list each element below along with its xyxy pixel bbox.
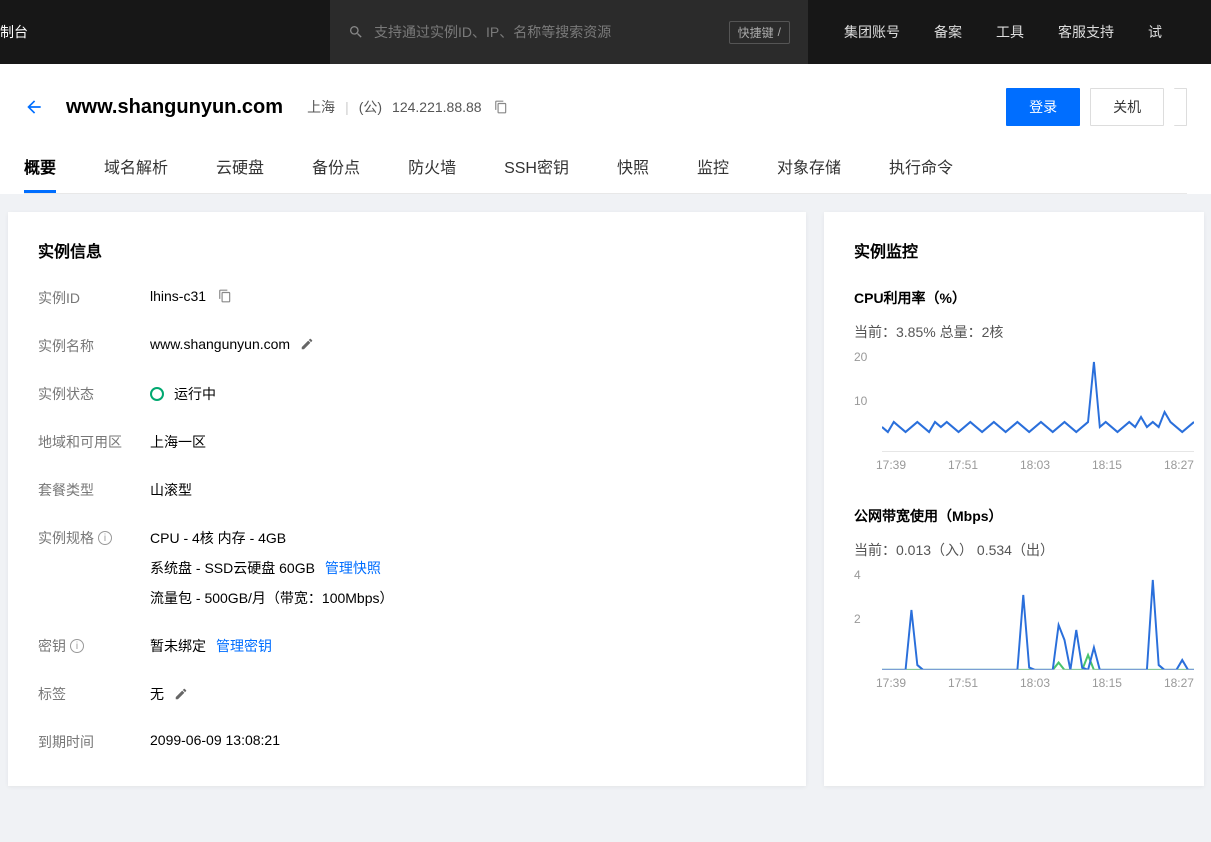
- instance-meta: 上海 | (公) 124.221.88.88: [307, 97, 508, 117]
- page-title: www.shangunyun.com: [66, 96, 283, 119]
- label-status: 实例状态: [38, 384, 150, 404]
- bw-ytick-4: 4: [854, 568, 861, 582]
- row-key: 密钥 i 暂未绑定 管理密钥: [38, 636, 776, 656]
- row-instance-name: 实例名称 www.shangunyun.com: [38, 336, 776, 356]
- metric-bandwidth: 公网带宽使用（Mbps） 当前：0.013（入） 0.534（出） 4 2 17…: [854, 506, 1194, 690]
- edit-tag-icon[interactable]: [174, 687, 188, 701]
- tab-sshkey[interactable]: SSH密钥: [504, 154, 569, 193]
- bw-ytick-2: 2: [854, 612, 861, 626]
- tab-firewall[interactable]: 防火墙: [408, 154, 456, 193]
- sub-header: www.shangunyun.com 上海 | (公) 124.221.88.8…: [0, 64, 1211, 194]
- tab-exec[interactable]: 执行命令: [889, 154, 953, 193]
- row-tag: 标签 无: [38, 684, 776, 704]
- manage-key-link[interactable]: 管理密钥: [216, 636, 272, 656]
- edit-name-icon[interactable]: [300, 337, 314, 351]
- label-expire: 到期时间: [38, 732, 150, 752]
- main-content: 实例信息 实例ID lhins-c31 实例名称 www.shangunyun.…: [0, 194, 1211, 786]
- value-instance-id: lhins-c31: [150, 288, 206, 304]
- monitor-panel-title: 实例监控: [854, 238, 1194, 262]
- row-instance-id: 实例ID lhins-c31: [38, 288, 776, 308]
- instance-info-title: 实例信息: [38, 238, 776, 262]
- row-expire: 到期时间 2099-06-09 13:08:21: [38, 732, 776, 752]
- label-tag: 标签: [38, 684, 150, 704]
- row-plan: 套餐类型 山滚型: [38, 480, 776, 500]
- cpu-chart: 20 10: [854, 352, 1194, 452]
- row-spec: 实例规格 i CPU - 4核 内存 - 4GB 系统盘 - SSD云硬盘 60…: [38, 528, 776, 608]
- instance-info-panel: 实例信息 实例ID lhins-c31 实例名称 www.shangunyun.…: [8, 212, 806, 786]
- shutdown-button[interactable]: 关机: [1090, 88, 1164, 126]
- monitor-panel: 实例监控 CPU利用率（%） 当前：3.85% 总量：2核 20 10 17:3…: [824, 212, 1204, 786]
- value-zone: 上海一区: [150, 432, 206, 452]
- cpu-metric-sub: 当前：3.85% 总量：2核: [854, 322, 1194, 342]
- cpu-xaxis: 17:39 17:51 18:03 18:15 18:27: [854, 452, 1194, 472]
- label-instance-id: 实例ID: [38, 288, 150, 308]
- tab-monitor[interactable]: 监控: [697, 154, 729, 193]
- more-actions-button[interactable]: [1174, 88, 1187, 126]
- slash-icon: /: [778, 25, 781, 39]
- tabs: 概要 域名解析 云硬盘 备份点 防火墙 SSH密钥 快照 监控 对象存储 执行命…: [24, 154, 1187, 194]
- value-spec-cpu: CPU - 4核 内存 - 4GB: [150, 528, 286, 548]
- tab-snapshot[interactable]: 快照: [617, 154, 649, 193]
- bw-xaxis: 17:39 17:51 18:03 18:15 18:27: [854, 670, 1194, 690]
- header-actions: 登录 关机: [1006, 88, 1187, 126]
- value-spec-bw: 流量包 - 500GB/月（带宽：100Mbps）: [150, 588, 394, 608]
- key-help-icon[interactable]: i: [70, 639, 84, 653]
- bw-metric-title: 公网带宽使用（Mbps）: [854, 506, 1194, 526]
- global-search[interactable]: 支持通过实例ID、IP、名称等搜索资源 快捷键 /: [330, 0, 808, 64]
- copy-ip-icon[interactable]: [494, 100, 508, 114]
- value-plan: 山滚型: [150, 480, 192, 500]
- bw-metric-sub: 当前：0.013（入） 0.534（出）: [854, 540, 1194, 560]
- top-bar: 制台 支持通过实例ID、IP、名称等搜索资源 快捷键 / 集团账号 备案 工具 …: [0, 0, 1211, 64]
- tab-cos[interactable]: 对象存储: [777, 154, 841, 193]
- region-label: 上海: [307, 97, 335, 117]
- ip-value: 124.221.88.88: [392, 99, 482, 115]
- nav-link-support[interactable]: 客服支持: [1058, 22, 1114, 42]
- login-button[interactable]: 登录: [1006, 88, 1080, 126]
- value-tag: 无: [150, 684, 164, 704]
- top-nav-links: 集团账号 备案 工具 客服支持 试: [844, 22, 1162, 42]
- row-status: 实例状态 运行中: [38, 384, 776, 404]
- tab-cbs[interactable]: 云硬盘: [216, 154, 264, 193]
- console-label: 制台: [0, 22, 42, 42]
- label-key: 密钥 i: [38, 636, 150, 656]
- tab-backup[interactable]: 备份点: [312, 154, 360, 193]
- tab-overview[interactable]: 概要: [24, 154, 56, 193]
- label-plan: 套餐类型: [38, 480, 150, 500]
- spec-help-icon[interactable]: i: [98, 531, 112, 545]
- value-instance-name: www.shangunyun.com: [150, 336, 290, 352]
- back-arrow-icon[interactable]: [24, 97, 44, 117]
- value-key: 暂未绑定: [150, 636, 206, 656]
- meta-separator: |: [345, 99, 349, 115]
- nav-link-tools[interactable]: 工具: [996, 22, 1024, 42]
- nav-link-try[interactable]: 试: [1148, 22, 1162, 42]
- label-zone: 地域和可用区: [38, 432, 150, 452]
- copy-id-icon[interactable]: [218, 289, 232, 303]
- nav-link-icp[interactable]: 备案: [934, 22, 962, 42]
- label-spec: 实例规格 i: [38, 528, 150, 548]
- label-instance-name: 实例名称: [38, 336, 150, 356]
- search-placeholder: 支持通过实例ID、IP、名称等搜索资源: [374, 22, 721, 42]
- value-spec-disk: 系统盘 - SSD云硬盘 60GB: [150, 558, 315, 578]
- bw-chart: 4 2: [854, 570, 1194, 670]
- ip-prefix: (公): [359, 97, 382, 117]
- metric-cpu: CPU利用率（%） 当前：3.85% 总量：2核 20 10 17:39 17:…: [854, 288, 1194, 472]
- manage-snapshot-link[interactable]: 管理快照: [325, 558, 381, 578]
- value-expire: 2099-06-09 13:08:21: [150, 732, 280, 748]
- cpu-metric-title: CPU利用率（%）: [854, 288, 1194, 308]
- status-running-icon: [150, 387, 164, 401]
- tab-dns[interactable]: 域名解析: [104, 154, 168, 193]
- cpu-ytick-10: 10: [854, 394, 867, 408]
- value-status: 运行中: [174, 384, 216, 404]
- cpu-ytick-20: 20: [854, 350, 867, 364]
- hotkey-badge: 快捷键 /: [729, 21, 790, 44]
- nav-link-account[interactable]: 集团账号: [844, 22, 900, 42]
- row-zone: 地域和可用区 上海一区: [38, 432, 776, 452]
- search-icon: [348, 24, 364, 40]
